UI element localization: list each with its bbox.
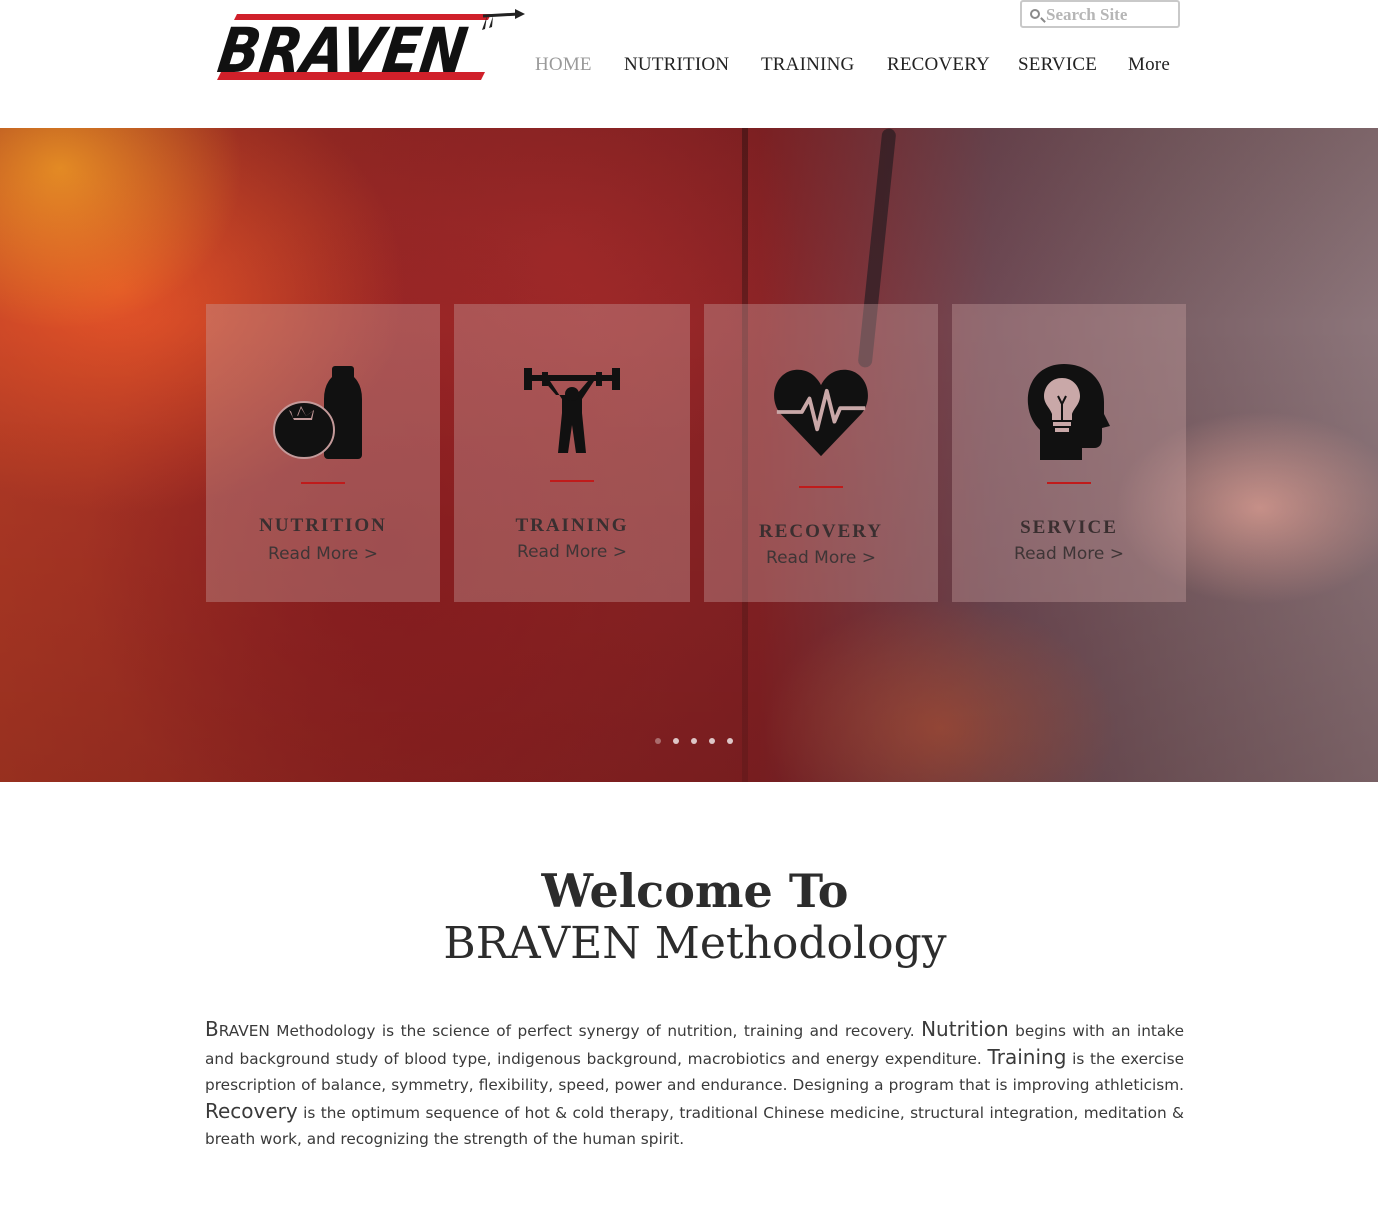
heartbeat-icon — [774, 369, 868, 457]
search-input[interactable] — [1046, 5, 1174, 25]
card-divider — [550, 480, 594, 482]
card-title: RECOVERY — [758, 521, 884, 542]
card-service[interactable]: SERVICE Read More > — [952, 304, 1186, 602]
head-lightbulb-icon — [1027, 364, 1110, 460]
slide-dot[interactable] — [655, 738, 661, 744]
welcome-subheading: BRAVEN Methodology — [443, 918, 947, 969]
read-more-link[interactable]: Read More > — [454, 542, 690, 562]
slide-dot[interactable] — [727, 738, 733, 744]
card-nutrition[interactable]: NUTRITION Read More > — [206, 304, 440, 602]
nav-more[interactable]: More — [1128, 54, 1170, 76]
card-title: TRAINING — [515, 515, 629, 536]
slide-dot[interactable] — [709, 738, 715, 744]
drop-cap: B — [205, 1017, 219, 1041]
card-title: NUTRITION — [259, 515, 387, 536]
search-box[interactable] — [1020, 0, 1180, 28]
nav-nutrition[interactable]: NUTRITION — [624, 54, 729, 76]
intro-paragraph: BRAVEN Methodology is the science of per… — [205, 1016, 1184, 1152]
nav-home[interactable]: HOME — [535, 54, 592, 76]
keyword-training: Training — [987, 1045, 1067, 1069]
tomato-bottle-icon — [273, 366, 362, 459]
card-training[interactable]: TRAINING Read More > — [454, 304, 690, 602]
card-recovery[interactable]: RECOVERY Read More > — [704, 304, 938, 602]
read-more-link[interactable]: Read More > — [704, 548, 938, 568]
paragraph-text: RAVEN Methodology is the science of perf… — [218, 1022, 922, 1040]
card-divider — [799, 486, 843, 488]
welcome-heading: Welcome To — [541, 864, 849, 918]
nav-training[interactable]: TRAINING — [761, 54, 854, 76]
braven-logo[interactable]: BRAVEN — [215, 6, 525, 90]
weightlifter-icon — [524, 368, 620, 453]
keyword-recovery: Recovery — [205, 1099, 298, 1123]
nav-service[interactable]: SERVICE — [1018, 54, 1097, 76]
slide-dot[interactable] — [691, 738, 697, 744]
logo-text: BRAVEN — [215, 14, 472, 87]
slide-dot[interactable] — [673, 738, 679, 744]
site-header: BRAVEN HOME NUTRITION TRAINING RECOVERY … — [0, 0, 1378, 128]
read-more-link[interactable]: Read More > — [952, 544, 1186, 564]
card-divider — [1047, 482, 1091, 484]
search-icon — [1030, 9, 1040, 19]
card-title: SERVICE — [1020, 517, 1118, 538]
nav-recovery[interactable]: RECOVERY — [887, 54, 990, 76]
hero-slideshow: NUTRITION Read More > TRAINING Read More… — [0, 128, 1378, 782]
read-more-link[interactable]: Read More > — [206, 544, 440, 564]
paragraph-text: is the optimum sequence of hot & cold th… — [205, 1104, 1184, 1148]
keyword-nutrition: Nutrition — [921, 1017, 1009, 1041]
card-divider — [301, 482, 345, 484]
